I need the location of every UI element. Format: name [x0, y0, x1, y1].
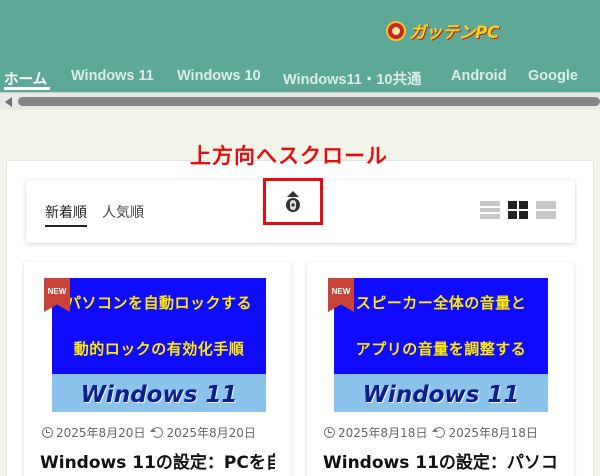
new-badge-label: NEW: [331, 287, 351, 296]
thumbnail-line-1: スピーカー全体の音量と: [355, 294, 527, 312]
nav-item-windows11[interactable]: Windows 11: [71, 68, 154, 84]
article-title[interactable]: Windows 11の設定：PCを自: [40, 448, 275, 473]
nav-item-home[interactable]: ホーム: [4, 68, 47, 89]
nav-active-indicator: [4, 87, 50, 90]
article-dates: 2025年8月20日 2025年8月20日: [42, 424, 256, 441]
scroll-left-arrow-icon[interactable]: [5, 97, 12, 107]
list-view-icon[interactable]: [480, 201, 500, 220]
thumbnail-os-label: Windows 11: [80, 382, 238, 408]
nav-item-windows-common[interactable]: Windows11・10共通: [283, 68, 421, 89]
article-dates: 2025年8月18日 2025年8月18日: [324, 424, 538, 441]
clock-icon: [42, 427, 53, 438]
article-thumbnail[interactable]: パソコンを自動ロックする 動的ロックの有効化手順 Windows 11: [52, 278, 266, 412]
tab-popular[interactable]: 人気順: [102, 202, 144, 222]
category-nav: ホーム Windows 11 Windows 10 Windows11・10共通…: [0, 62, 600, 92]
nav-item-android[interactable]: Android: [451, 68, 507, 84]
thumbnail-line-2: 動的ロックの有効化手順: [73, 340, 245, 358]
nav-item-windows10[interactable]: Windows 10: [177, 68, 261, 84]
thumbnail-line-1: パソコンを自動ロックする: [65, 294, 252, 312]
updated-date: 2025年8月20日: [166, 426, 256, 440]
published-date: 2025年8月18日: [338, 426, 428, 440]
new-badge-label: NEW: [47, 287, 67, 296]
rows-view-icon[interactable]: [536, 201, 556, 219]
article-title[interactable]: Windows 11の設定：パソコ: [323, 448, 558, 473]
updated-date: 2025年8月18日: [448, 426, 538, 440]
update-icon: [150, 427, 164, 438]
thumbnail-line-2: アプリの音量を調整する: [355, 340, 527, 358]
published-date: 2025年8月20日: [56, 426, 146, 440]
thumbnail-os-label: Windows 11: [362, 382, 520, 408]
scrollbar-thumb[interactable]: [18, 97, 600, 106]
site-header: ガッテンPC: [0, 0, 600, 62]
grid-view-icon[interactable]: [508, 201, 528, 219]
clock-icon: [324, 427, 335, 438]
logo-text: ガッテンPC: [409, 23, 499, 43]
horizontal-scrollbar[interactable]: [0, 92, 600, 110]
site-logo[interactable]: ガッテンPC: [386, 18, 499, 43]
update-icon: [432, 427, 446, 438]
logo-mascot-icon: [386, 20, 406, 41]
tab-newest[interactable]: 新着順: [45, 202, 87, 227]
scroll-up-icon[interactable]: [284, 190, 302, 214]
nav-item-google[interactable]: Google: [528, 68, 578, 84]
scroll-up-annotation: 上方向へスクロール: [190, 144, 388, 168]
article-thumbnail[interactable]: スピーカー全体の音量と アプリの音量を調整する Windows 11: [334, 278, 548, 412]
